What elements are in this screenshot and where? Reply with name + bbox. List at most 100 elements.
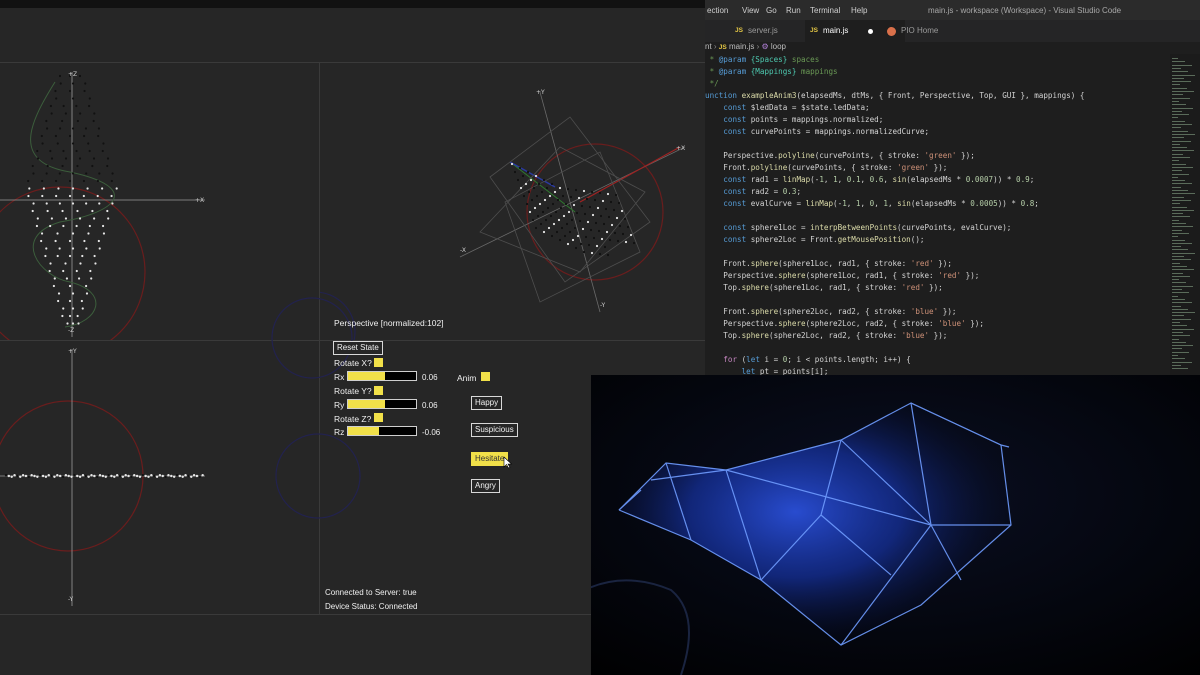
minimap-line bbox=[1172, 209, 1194, 211]
led-point bbox=[61, 209, 64, 213]
mouse-cursor-icon bbox=[503, 456, 513, 469]
led-point bbox=[141, 474, 144, 477]
led-point bbox=[77, 277, 81, 280]
menu-terminal[interactable]: Terminal bbox=[810, 6, 840, 15]
axis-line-y bbox=[539, 91, 601, 313]
minimap-line bbox=[1172, 223, 1186, 224]
slider-ry-label: Ry bbox=[334, 400, 345, 410]
minimap-line bbox=[1172, 305, 1181, 307]
led-point bbox=[68, 314, 72, 318]
led-point bbox=[135, 474, 139, 478]
axis-label-minus-y: -Y bbox=[600, 302, 605, 309]
axis-label-plus-y: +Y bbox=[536, 89, 545, 96]
slider-ry[interactable] bbox=[347, 399, 417, 409]
menu-run[interactable]: Run bbox=[786, 6, 801, 15]
tab-pio-home[interactable]: PIO Home bbox=[883, 20, 981, 42]
code-line: * @param {Spaces} spaces bbox=[705, 55, 820, 64]
axis-blue bbox=[509, 161, 556, 188]
reset-state-button[interactable]: Reset State bbox=[333, 341, 383, 355]
led-point bbox=[548, 194, 552, 198]
led-point bbox=[71, 247, 75, 250]
led-point bbox=[71, 187, 75, 190]
led-point bbox=[71, 82, 75, 85]
led-point bbox=[549, 214, 553, 218]
minimap-line bbox=[1172, 256, 1184, 257]
minimap-line bbox=[1172, 67, 1181, 69]
led-point bbox=[198, 475, 201, 478]
led-point bbox=[67, 474, 70, 478]
code-editor[interactable]: * @param {Spaces} spaces * @param {Mappi… bbox=[705, 54, 1165, 375]
menu-selection[interactable]: ection bbox=[707, 6, 728, 15]
led-point bbox=[27, 475, 30, 478]
window-top-strip bbox=[0, 0, 705, 8]
led-point bbox=[52, 284, 55, 288]
led-point bbox=[54, 134, 58, 138]
rotate-x-checkbox[interactable] bbox=[374, 358, 383, 367]
led-point bbox=[601, 199, 605, 203]
minimap-line bbox=[1172, 265, 1187, 267]
led-point bbox=[98, 247, 101, 250]
minimap-line bbox=[1172, 147, 1187, 149]
led-point bbox=[574, 246, 578, 250]
minimap-line bbox=[1172, 64, 1192, 66]
led-point bbox=[61, 475, 65, 478]
led-point bbox=[76, 314, 79, 318]
led-point bbox=[79, 112, 82, 115]
led-point bbox=[528, 210, 532, 214]
led-point bbox=[524, 182, 528, 186]
device-status: Device Status: Connected bbox=[325, 602, 418, 611]
led-point bbox=[632, 241, 636, 245]
led-point bbox=[623, 217, 627, 221]
happy-button[interactable]: Happy bbox=[471, 396, 503, 410]
led-point bbox=[89, 269, 92, 273]
led-point bbox=[58, 474, 62, 478]
led-point bbox=[64, 217, 68, 220]
perspective-viewport[interactable]: +Y +X -X -Y bbox=[320, 62, 705, 340]
led-point bbox=[594, 221, 598, 225]
led-point bbox=[569, 195, 573, 199]
led-point bbox=[88, 149, 91, 153]
slider-rz[interactable] bbox=[347, 426, 417, 436]
minimap[interactable] bbox=[1170, 54, 1200, 375]
led-point bbox=[554, 210, 558, 214]
led-point bbox=[93, 217, 96, 220]
breadcrumb-root[interactable]: nt bbox=[705, 42, 712, 51]
anim-checkbox[interactable] bbox=[481, 372, 490, 381]
led-point bbox=[167, 474, 170, 477]
menu-go[interactable]: Go bbox=[766, 6, 777, 15]
led-point bbox=[44, 254, 47, 258]
led-point bbox=[45, 172, 48, 175]
led-point bbox=[574, 188, 578, 192]
breadcrumb-symbol[interactable]: loop bbox=[771, 42, 786, 51]
led-point bbox=[49, 262, 52, 265]
led-point bbox=[64, 112, 67, 115]
tab-server-js[interactable]: JS server.js bbox=[730, 20, 816, 42]
rotate-z-checkbox[interactable] bbox=[374, 413, 383, 422]
led-point bbox=[608, 238, 612, 242]
minimap-line bbox=[1172, 163, 1186, 165]
led-point bbox=[532, 186, 536, 190]
minimap-line bbox=[1172, 355, 1178, 356]
led-point bbox=[542, 230, 546, 234]
led-point bbox=[71, 172, 75, 175]
suspicious-button[interactable]: Suspicious bbox=[471, 423, 518, 437]
minimap-line bbox=[1172, 213, 1183, 215]
axis-label-minus-z: -Z bbox=[68, 327, 74, 334]
red-sphere-outline bbox=[0, 186, 146, 340]
angry-button[interactable]: Angry bbox=[471, 479, 500, 493]
minimap-line bbox=[1172, 289, 1182, 290]
led-point bbox=[147, 475, 150, 478]
menu-help[interactable]: Help bbox=[851, 6, 867, 15]
breadcrumb-file[interactable]: main.js bbox=[729, 42, 754, 51]
slider-rx[interactable] bbox=[347, 371, 417, 381]
minimap-line bbox=[1172, 239, 1185, 241]
menu-view[interactable]: View bbox=[742, 6, 759, 15]
led-point bbox=[93, 474, 96, 478]
rotate-y-checkbox[interactable] bbox=[374, 386, 383, 395]
led-point bbox=[529, 178, 533, 182]
led-point bbox=[543, 198, 547, 202]
led-point bbox=[102, 142, 105, 145]
led-point bbox=[42, 187, 45, 190]
led-point bbox=[150, 474, 153, 477]
led-point bbox=[599, 214, 603, 218]
